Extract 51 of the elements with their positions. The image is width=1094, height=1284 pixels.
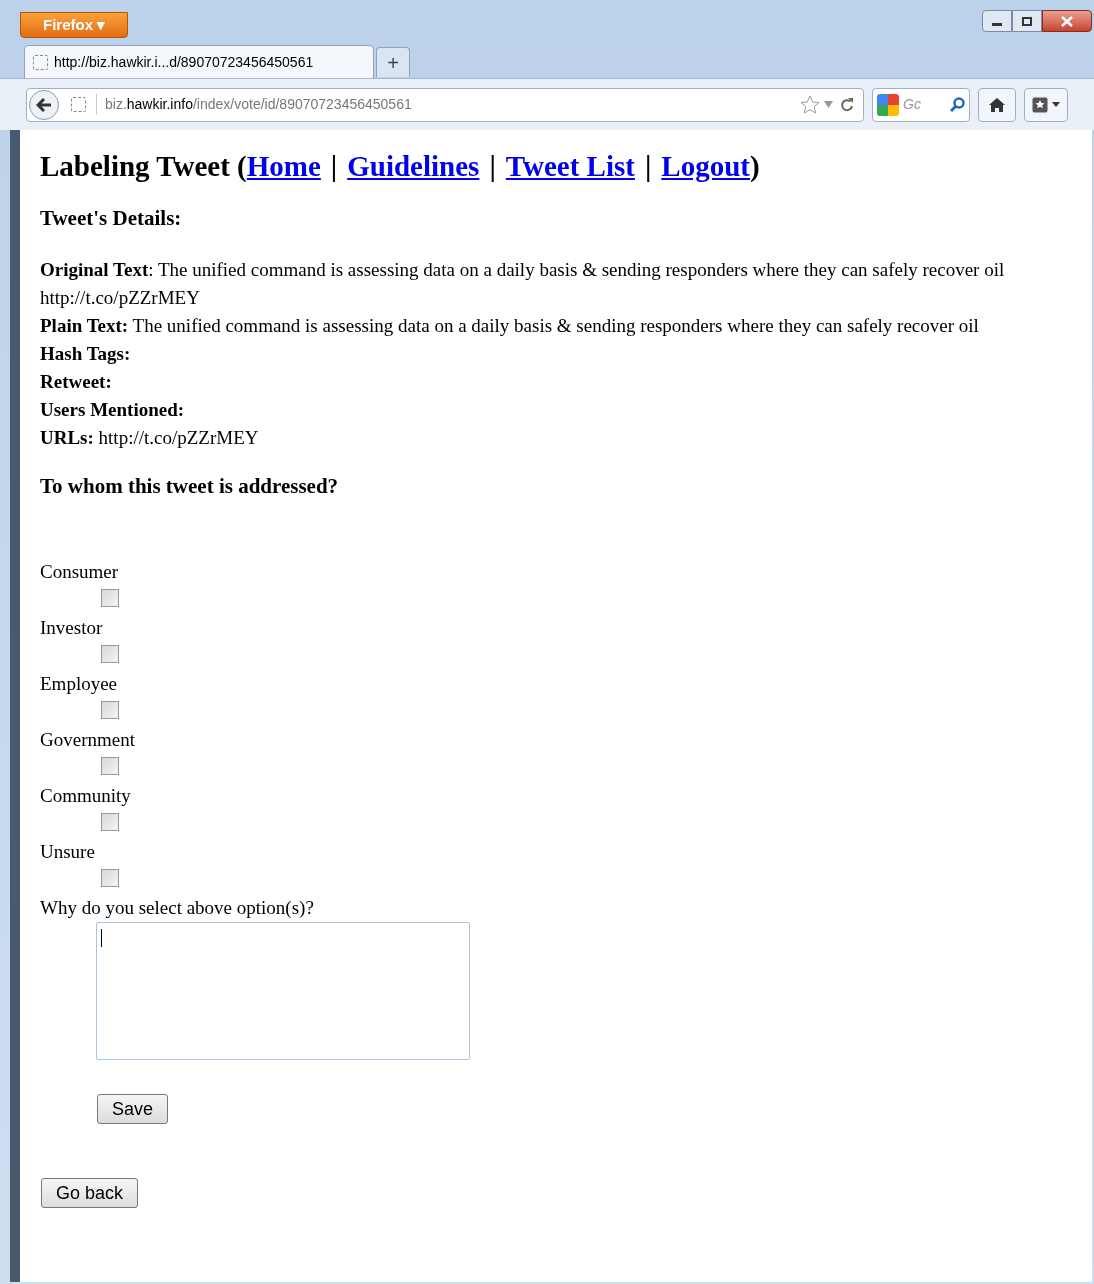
- browser-tab[interactable]: http://biz.hawkir.i...d/89070723456450561: [24, 45, 374, 78]
- checkbox[interactable]: [101, 645, 119, 663]
- section-heading: To whom this tweet is addressed?: [40, 473, 340, 500]
- reload-icon[interactable]: [839, 96, 855, 113]
- new-tab-button[interactable]: +: [376, 47, 410, 77]
- home-button[interactable]: [978, 87, 1016, 122]
- tab-title: http://biz.hawkir.i...d/89070723456450561: [54, 52, 314, 72]
- checkbox[interactable]: [101, 701, 119, 719]
- back-arrow-icon: [36, 97, 52, 112]
- save-button[interactable]: Save: [97, 1094, 169, 1124]
- checkbox[interactable]: [101, 589, 119, 607]
- detail-line: URLs: http://t.co/pZZrMEY: [40, 426, 260, 450]
- page-icon: [71, 97, 86, 112]
- nav-link[interactable]: Tweet List: [505, 144, 635, 188]
- checkbox[interactable]: [101, 869, 119, 887]
- star-icon[interactable]: [800, 94, 820, 115]
- option-label: Unsure: [40, 840, 95, 864]
- nav-link[interactable]: Guidelines: [347, 144, 480, 188]
- option-label: Community: [40, 784, 131, 808]
- close-icon: [1061, 15, 1073, 27]
- search-icon[interactable]: [949, 96, 965, 113]
- section-heading: Tweet's Details:: [40, 205, 183, 232]
- go-back-button[interactable]: Go back: [41, 1178, 139, 1208]
- maximize-button[interactable]: [1012, 10, 1042, 32]
- dropdown-icon: [1052, 102, 1060, 107]
- detail-line: Hash Tags:: [40, 342, 132, 366]
- home-icon: [988, 96, 1006, 113]
- detail-line: Original Text: The unified command is assessing data on a daily basis & sending responders where they can safely recover oil http://t.co/pZZrMEY: [40, 258, 1006, 310]
- page-title: Labeling Tweet (: [40, 149, 247, 184]
- separator: |: [644, 149, 652, 184]
- close-button[interactable]: [1042, 10, 1092, 32]
- option-label: Government: [40, 728, 135, 752]
- page-icon: [33, 54, 48, 70]
- separator: |: [330, 149, 338, 184]
- detail-line: Users Mentioned:: [40, 398, 186, 422]
- bookmarks-button[interactable]: [1024, 87, 1068, 122]
- nav-link[interactable]: Logout: [661, 144, 750, 188]
- search-engine-icon[interactable]: [877, 93, 899, 116]
- checkbox[interactable]: [101, 813, 119, 831]
- option-label: Employee: [40, 672, 118, 696]
- detail-line: Plain Text: The unified command is assessing data on a daily basis & sending responders where they can safely recover oil: [40, 314, 980, 338]
- minimize-button[interactable]: [982, 10, 1012, 32]
- option-label: Investor: [40, 616, 103, 640]
- separator: |: [489, 149, 496, 184]
- back-button[interactable]: [29, 89, 59, 120]
- detail-line: Retweet:: [40, 370, 113, 394]
- dropdown-icon[interactable]: [824, 101, 833, 108]
- page-title: ): [749, 149, 760, 184]
- field-label: Why do you select above option(s)?: [40, 896, 315, 920]
- checkbox[interactable]: [101, 757, 119, 775]
- option-label: Consumer: [40, 560, 119, 584]
